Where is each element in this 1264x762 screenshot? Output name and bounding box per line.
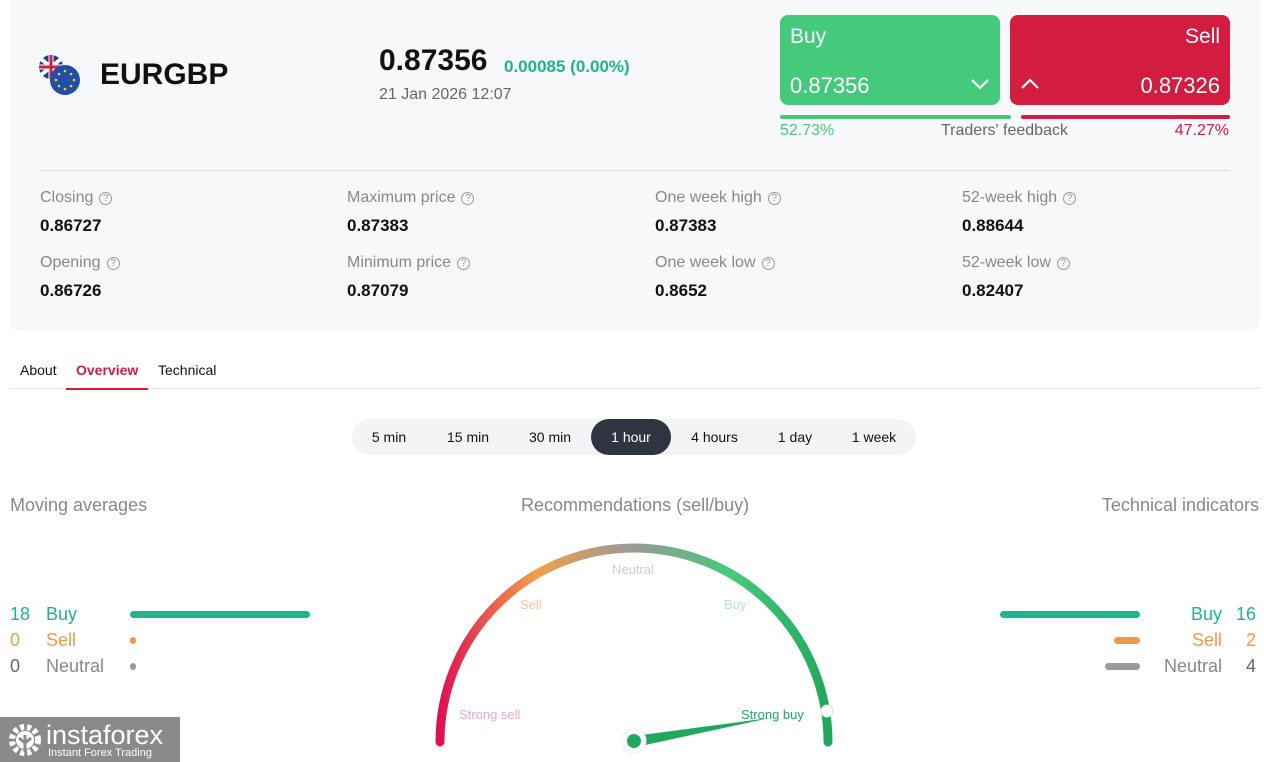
recommendation-gauge: Strong sell Sell Neutral Buy Strong buy [435, 543, 834, 754]
logo-tagline: Instant Forex Trading [48, 747, 152, 759]
gauge-marker [820, 704, 834, 718]
gauge-needle [634, 718, 770, 747]
gauge-label-strong-sell: Strong sell [459, 707, 521, 722]
gauge-needle-center [627, 734, 641, 748]
gear-logo-icon [9, 724, 41, 756]
gauge-label-buy: Buy [724, 597, 747, 612]
gauge-label-strong-buy: Strong buy [741, 707, 804, 722]
gauge-label-sell: Sell [520, 597, 542, 612]
gauge-label-neutral: Neutral [612, 562, 654, 577]
instaforex-logo: instaforex Instant Forex Trading [0, 717, 180, 762]
